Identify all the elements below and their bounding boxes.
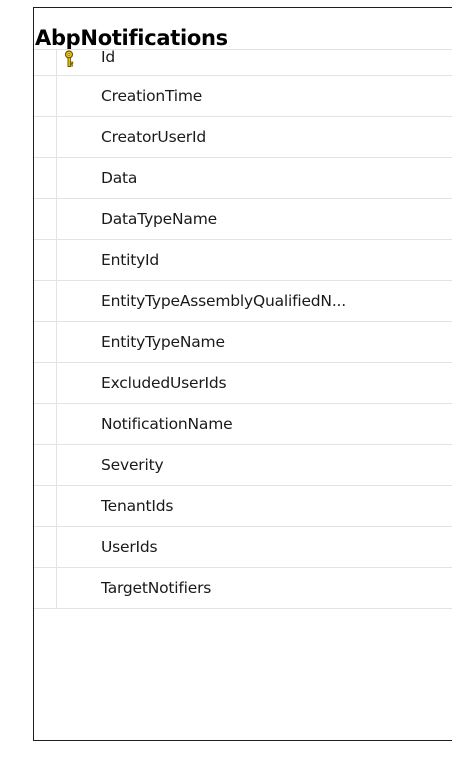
table-title-bar[interactable]: AbpNotifications	[34, 8, 452, 50]
column-name: TenantIds	[101, 497, 174, 515]
key-icon	[62, 50, 76, 68]
row-selector[interactable]	[34, 76, 57, 116]
column-row-targetnotifiers[interactable]: TargetNotifiers	[34, 568, 452, 609]
column-row-tenantids[interactable]: TenantIds	[34, 486, 452, 527]
row-selector[interactable]	[34, 486, 57, 526]
column-row-entityid[interactable]: EntityId	[34, 240, 452, 281]
column-row-creationtime[interactable]: CreationTime	[34, 76, 452, 117]
column-row-entitytypeassemblyqualifiedname[interactable]: EntityTypeAssemblyQualifiedN...	[34, 281, 452, 322]
row-selector[interactable]	[34, 281, 57, 321]
table-box-abpnotifications[interactable]: AbpNotifications Id CreationTime Creator…	[33, 7, 452, 741]
column-name: DataTypeName	[101, 210, 217, 228]
row-selector[interactable]	[34, 199, 57, 239]
row-selector[interactable]	[34, 158, 57, 198]
column-row-data[interactable]: Data	[34, 158, 452, 199]
column-name: Severity	[101, 456, 164, 474]
row-selector[interactable]	[34, 445, 57, 485]
column-row-datatypename[interactable]: DataTypeName	[34, 199, 452, 240]
column-name: Data	[101, 169, 138, 187]
column-name: CreationTime	[101, 87, 203, 105]
column-name: TargetNotifiers	[101, 579, 212, 597]
column-row-creatoruserid[interactable]: CreatorUserId	[34, 117, 452, 158]
column-list: Id CreationTime CreatorUserId Data DataT…	[34, 48, 452, 609]
column-row-entitytypename[interactable]: EntityTypeName	[34, 322, 452, 363]
column-name: NotificationName	[101, 415, 233, 433]
row-selector[interactable]	[34, 117, 57, 157]
column-row-notificationname[interactable]: NotificationName	[34, 404, 452, 445]
column-name: EntityTypeName	[101, 333, 225, 351]
column-row-excludeduserids[interactable]: ExcludedUserIds	[34, 363, 452, 404]
row-selector[interactable]	[34, 50, 57, 75]
column-name: EntityTypeAssemblyQualifiedN...	[101, 292, 347, 310]
row-selector[interactable]	[34, 527, 57, 567]
column-name: EntityId	[101, 251, 160, 269]
row-selector[interactable]	[34, 404, 57, 444]
column-row-id[interactable]: Id	[34, 48, 452, 76]
row-selector[interactable]	[34, 240, 57, 280]
column-name: Id	[101, 48, 116, 66]
column-row-severity[interactable]: Severity	[34, 445, 452, 486]
row-selector[interactable]	[34, 363, 57, 403]
row-selector[interactable]	[34, 322, 57, 362]
table-title: AbpNotifications	[35, 26, 228, 50]
column-name: CreatorUserId	[101, 128, 206, 146]
row-selector[interactable]	[34, 568, 57, 608]
column-row-userids[interactable]: UserIds	[34, 527, 452, 568]
column-name: UserIds	[101, 538, 158, 556]
column-name: ExcludedUserIds	[101, 374, 227, 392]
